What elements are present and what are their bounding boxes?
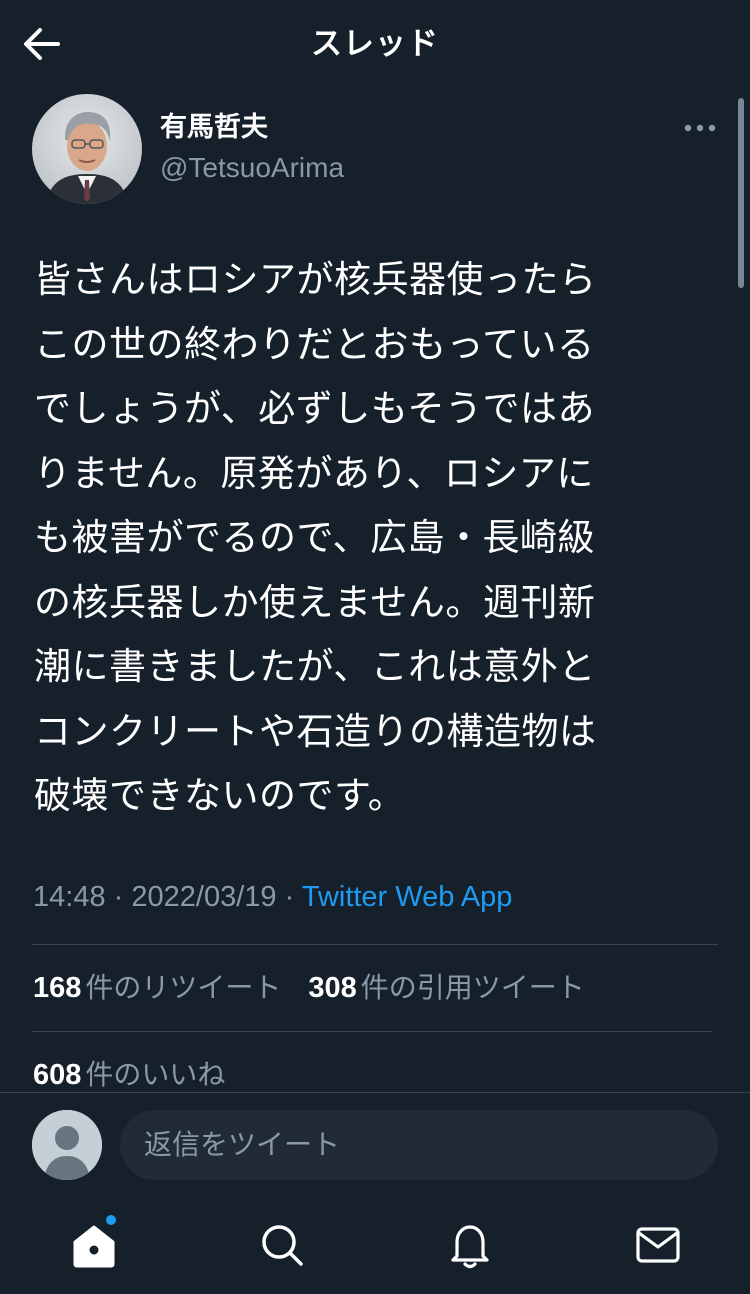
top-bar: スレッド xyxy=(0,0,750,88)
notification-dot xyxy=(106,1215,116,1225)
tweet-time: 14:48 xyxy=(33,881,106,913)
tab-search[interactable] xyxy=(257,1220,307,1270)
retweets-count: 168 xyxy=(33,972,82,1004)
tab-messages[interactable] xyxy=(633,1220,683,1270)
bottom-tab-bar xyxy=(0,1202,750,1294)
likes-row: 608 件のいいね xyxy=(33,1055,243,1095)
more-options-button[interactable] xyxy=(676,112,724,144)
author-avatar[interactable] xyxy=(32,94,142,204)
default-avatar-icon xyxy=(32,1110,102,1180)
avatar-photo xyxy=(32,94,142,204)
divider xyxy=(32,1031,712,1032)
tweet-date: 2022/03/19 xyxy=(131,881,277,913)
mail-icon xyxy=(636,1227,680,1263)
home-icon xyxy=(73,1225,115,1268)
more-horizontal-icon xyxy=(684,124,716,132)
retweets-stat[interactable]: 168 件のリツイート xyxy=(33,968,281,1008)
tweet-source-link[interactable]: Twitter Web App xyxy=(302,881,513,913)
tab-notifications[interactable] xyxy=(445,1220,495,1270)
quotes-label: 件の引用ツイート xyxy=(360,971,585,1004)
meta-separator: · xyxy=(113,881,124,913)
likes-label: 件のいいね xyxy=(85,1058,226,1091)
tweet-metadata: 14:48 · 2022/03/19 · Twitter Web App xyxy=(33,877,512,917)
likes-stat[interactable]: 608 件のいいね xyxy=(33,1055,225,1095)
tab-home[interactable] xyxy=(69,1215,119,1270)
author-display-name[interactable]: 有馬哲夫 xyxy=(160,110,268,146)
reply-input[interactable]: 返信をツイート xyxy=(120,1110,718,1180)
reply-bar: 返信をツイート xyxy=(0,1092,750,1203)
stats-row: 168 件のリツイート 308 件の引用ツイート xyxy=(33,968,603,1008)
retweets-label: 件のリツイート xyxy=(85,971,282,1004)
tweet-text: 皆さんはロシアが核兵器使ったら この世の終わりだとおもっている でしょうが、必ず… xyxy=(34,258,597,817)
scrollbar[interactable] xyxy=(738,98,744,288)
search-icon xyxy=(262,1225,303,1266)
page-title: スレッド xyxy=(311,26,439,62)
user-avatar[interactable] xyxy=(32,1110,102,1180)
quotes-count: 308 xyxy=(308,972,357,1004)
divider xyxy=(32,944,718,945)
bell-icon xyxy=(451,1225,489,1269)
meta-separator: · xyxy=(284,881,295,913)
quotes-stat[interactable]: 308 件の引用ツイート xyxy=(308,968,584,1008)
author-handle[interactable]: @TetsuoArima xyxy=(160,150,344,186)
likes-count: 608 xyxy=(33,1059,82,1091)
